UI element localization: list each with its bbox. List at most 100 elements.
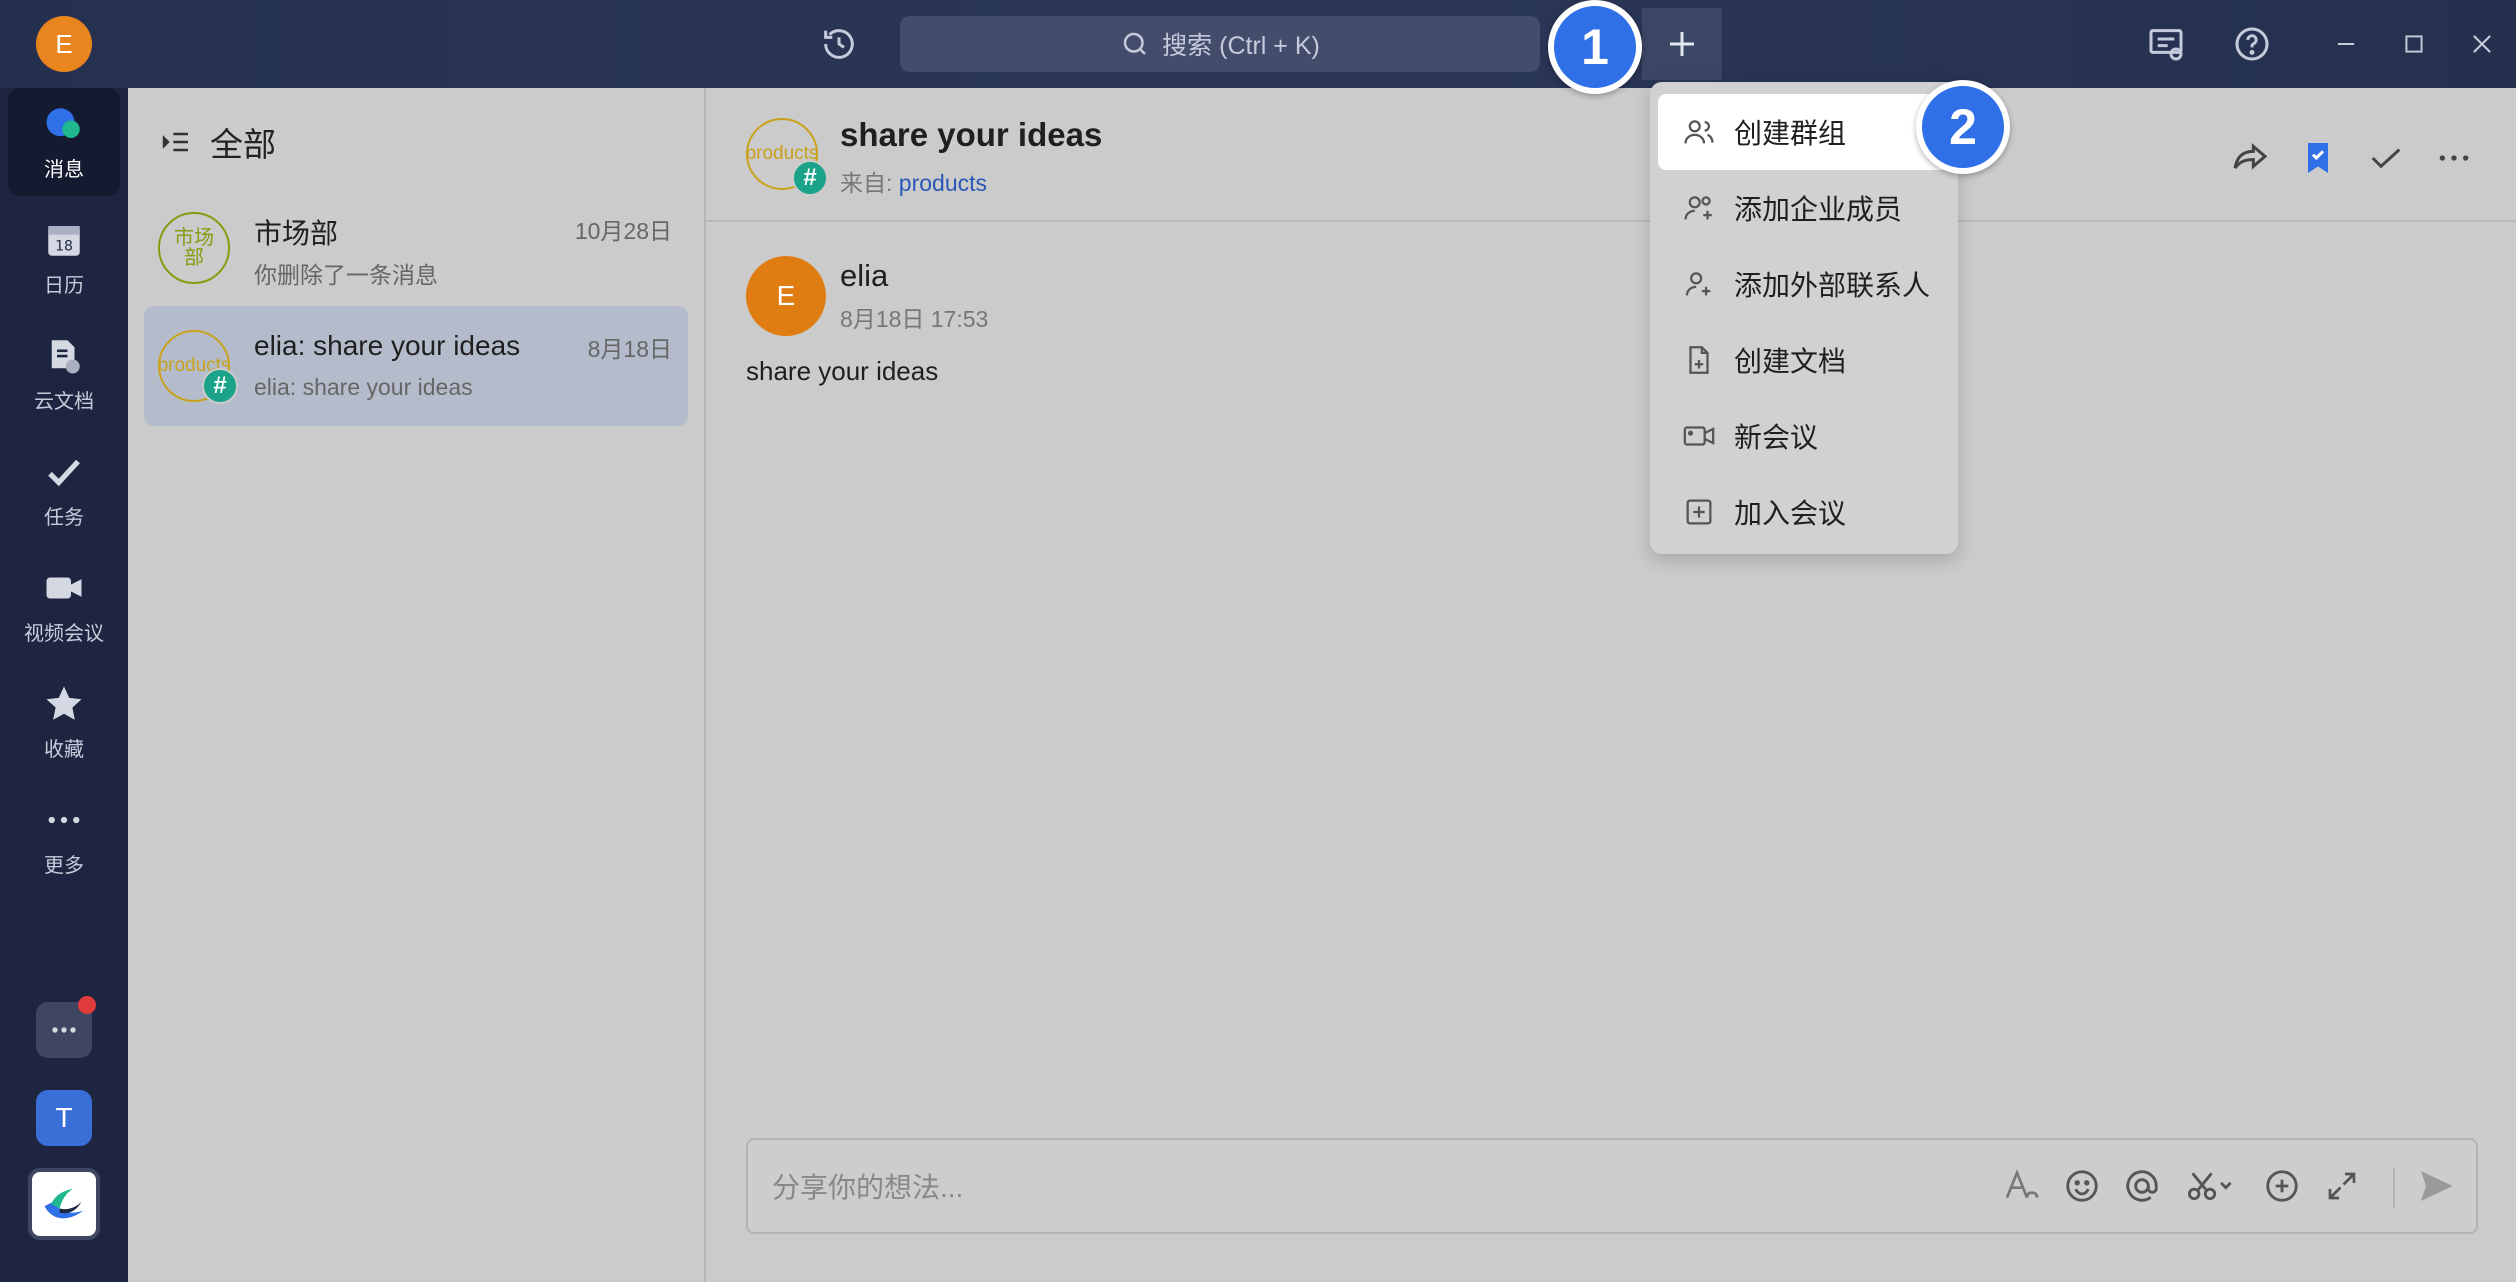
nav-more-label: 更多	[44, 854, 84, 877]
conversation-title: 市场部	[254, 218, 339, 249]
more-options-button[interactable]	[2430, 134, 2478, 182]
nav-messages-label: 消息	[44, 158, 84, 181]
maximize-icon	[2405, 35, 2423, 53]
add-members-icon	[1684, 196, 1712, 220]
app-t-button[interactable]: T	[36, 1090, 92, 1146]
history-button[interactable]	[812, 20, 866, 68]
menu-item-create-doc[interactable]: 创建文档	[1658, 322, 1950, 398]
emoji-button[interactable]	[2058, 1162, 2106, 1210]
star-icon	[46, 686, 82, 720]
chat-header: products # share your ideas 来自: products	[706, 88, 2516, 222]
notification-dot	[78, 996, 96, 1014]
user-avatar[interactable]: E	[36, 16, 92, 72]
minimize-button[interactable]	[2322, 20, 2370, 68]
chat-panel: products # share your ideas 来自: products	[706, 88, 2516, 1282]
bookmark-icon	[2308, 143, 2328, 173]
composer-divider	[2393, 1168, 2395, 1208]
send-button[interactable]	[2412, 1162, 2460, 1210]
screenshot-button[interactable]	[2178, 1162, 2242, 1210]
nav-cloud-docs[interactable]: 云文档	[8, 320, 120, 428]
nav-video-meeting[interactable]: 视频会议	[8, 552, 120, 660]
maximize-button[interactable]	[2390, 20, 2438, 68]
done-button[interactable]	[2362, 134, 2410, 182]
composer-input[interactable]: 分享你的想法...	[772, 1140, 963, 1232]
channel-hash-icon: #	[792, 160, 828, 196]
bookmark-button[interactable]	[2294, 134, 2342, 182]
menu-item-label: 添加外部联系人	[1734, 270, 1931, 301]
conversation-list: 全部 市场部 市场部 你删除了一条消息 10月28日 products # el…	[128, 88, 706, 1282]
chat-title: share your ideas	[840, 116, 1103, 153]
calendar-day: 18	[55, 238, 73, 254]
list-header-label: 全部	[210, 126, 276, 163]
menu-item-label: 新会议	[1734, 422, 1819, 453]
task-icon	[48, 459, 80, 486]
history-icon	[824, 29, 854, 59]
calendar-icon: 18	[48, 225, 80, 256]
notice-board-icon	[2149, 29, 2183, 61]
conversation-item[interactable]: products # elia: share your ideas elia: …	[144, 306, 688, 426]
close-button[interactable]	[2458, 20, 2506, 68]
conversation-avatar: 市场部	[158, 212, 230, 284]
app-logo-icon	[44, 1188, 84, 1219]
nav-favorites-label: 收藏	[44, 738, 84, 761]
help-icon	[2235, 27, 2269, 61]
filter-list-icon	[162, 132, 188, 152]
nav-favorites[interactable]: 收藏	[8, 668, 120, 776]
menu-item-label: 创建群组	[1734, 118, 1847, 149]
nav-calendar[interactable]: 18 日历	[8, 204, 120, 312]
chat-source-link[interactable]: products	[899, 170, 987, 196]
menu-item-label: 加入会议	[1734, 498, 1847, 529]
attach-button[interactable]	[2258, 1162, 2306, 1210]
message-author[interactable]: elia	[840, 258, 888, 294]
search-placeholder: 搜索 (Ctrl + K)	[1162, 32, 1320, 60]
join-meeting-icon	[1686, 499, 1712, 525]
app-launcher-button[interactable]	[36, 996, 96, 1058]
message-avatar[interactable]: E	[746, 256, 826, 336]
cloud-doc-icon	[51, 339, 80, 373]
nav-more[interactable]: 更多	[8, 784, 120, 892]
search-icon	[1123, 32, 1147, 55]
nav-messages[interactable]: 消息	[8, 88, 120, 196]
new-meeting-icon	[1683, 426, 1715, 446]
menu-item-create-group[interactable]: 创建群组	[1658, 94, 1950, 170]
message-text: share your ideas	[746, 356, 939, 386]
plus-icon	[1670, 32, 1694, 56]
help-button[interactable]	[2228, 20, 2276, 68]
announcement-button[interactable]	[2142, 20, 2190, 68]
conversation-preview: 你删除了一条消息	[254, 262, 438, 288]
menu-item-add-contact[interactable]: 添加外部联系人	[1658, 246, 1950, 322]
menu-item-join-meeting[interactable]: 加入会议	[1658, 474, 1950, 550]
step-marker-1: 1	[1548, 0, 1642, 94]
format-button[interactable]	[1998, 1162, 2046, 1210]
emoji-icon	[2066, 1170, 2098, 1202]
group-icon	[1684, 120, 1714, 144]
chat-source: 来自: products	[840, 164, 987, 198]
new-doc-icon	[1689, 346, 1709, 374]
nav-rail: 消息 18 日历 云文档 任务 视频会议 收藏 更多 T	[0, 88, 128, 1282]
share-button[interactable]	[2226, 134, 2274, 182]
menu-item-new-meeting[interactable]: 新会议	[1658, 398, 1950, 474]
conversation-preview: elia: share your ideas	[254, 374, 473, 400]
message-composer[interactable]: 分享你的想法...	[746, 1138, 2478, 1234]
nav-tasks[interactable]: 任务	[8, 436, 120, 544]
nav-calendar-label: 日历	[44, 274, 84, 297]
nav-video-meeting-label: 视频会议	[24, 622, 104, 645]
check-icon	[2371, 148, 2401, 169]
dots-icon	[52, 1027, 76, 1033]
add-contact-icon	[1685, 272, 1711, 296]
menu-item-label: 添加企业成员	[1734, 194, 1903, 225]
share-icon	[2233, 143, 2268, 170]
message-time: 8月18日 17:53	[840, 306, 989, 332]
mention-button[interactable]	[2118, 1162, 2166, 1210]
close-icon	[2473, 35, 2491, 53]
app-logo-button[interactable]	[28, 1168, 100, 1240]
conversation-item[interactable]: 市场部 市场部 你删除了一条消息 10月28日	[144, 188, 688, 308]
search-input[interactable]: 搜索 (Ctrl + K)	[900, 16, 1540, 72]
list-header[interactable]: 全部	[160, 118, 276, 166]
menu-item-add-members[interactable]: 添加企业成员	[1658, 170, 1950, 246]
scissors-icon	[2187, 1172, 2232, 1201]
minimize-icon	[2337, 42, 2355, 46]
expand-button[interactable]	[2318, 1162, 2366, 1210]
nav-cloud-docs-label: 云文档	[34, 390, 94, 413]
add-button[interactable]	[1642, 8, 1722, 80]
